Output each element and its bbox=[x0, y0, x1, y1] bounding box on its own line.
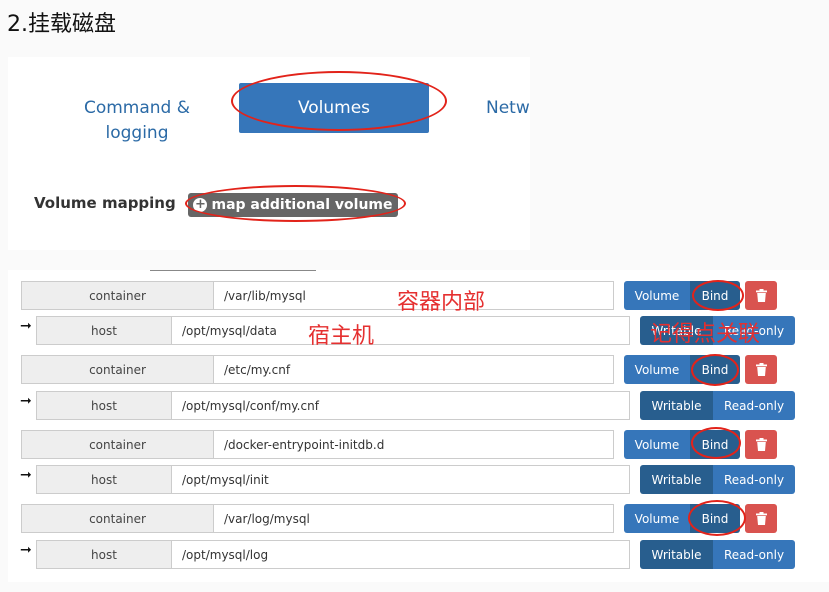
tab-command-logging[interactable]: Command & logging bbox=[72, 96, 202, 146]
tab-network[interactable]: Netw bbox=[486, 96, 530, 121]
arrow-icon: ➞ bbox=[20, 393, 32, 409]
trash-icon bbox=[755, 512, 767, 525]
volume-button[interactable]: Volume bbox=[624, 355, 690, 384]
annotation-container-inside: 容器内部 bbox=[397, 290, 486, 315]
tab-command-line1: Command & bbox=[83, 98, 191, 118]
annotation-remember-link: 记得点关联 bbox=[650, 322, 761, 347]
host-addon: host bbox=[36, 391, 172, 420]
arrow-icon: ➞ bbox=[20, 542, 32, 558]
map-additional-volume-label: map additional volume bbox=[211, 197, 393, 213]
annotation-host-machine: 宿主机 bbox=[308, 324, 375, 349]
read-only-button[interactable]: Read-only bbox=[713, 465, 795, 494]
writable-button[interactable]: Writable bbox=[640, 540, 713, 569]
delete-button[interactable] bbox=[745, 504, 777, 533]
tab-command-line2: logging bbox=[105, 123, 169, 143]
writable-button[interactable]: Writable bbox=[640, 465, 713, 494]
host-addon: host bbox=[36, 540, 172, 569]
trash-icon bbox=[755, 289, 767, 302]
volume-button[interactable]: Volume bbox=[624, 504, 690, 533]
bind-button[interactable]: Bind bbox=[690, 504, 740, 533]
delete-button[interactable] bbox=[745, 430, 777, 459]
host-path-input[interactable]: /opt/mysql/conf/my.cnf bbox=[171, 391, 630, 420]
arrow-icon: ➞ bbox=[20, 318, 32, 334]
plus-circle-icon: + bbox=[193, 197, 208, 212]
host-path-input[interactable]: /opt/mysql/init bbox=[171, 465, 630, 494]
volume-mapping-label: Volume mapping bbox=[34, 194, 176, 212]
divider bbox=[150, 270, 316, 271]
read-only-button[interactable]: Read-only bbox=[713, 540, 795, 569]
host-path-input[interactable]: /opt/mysql/log bbox=[171, 540, 630, 569]
container-addon: container bbox=[21, 281, 214, 310]
bind-button[interactable]: Bind bbox=[690, 355, 740, 384]
container-addon: container bbox=[21, 504, 214, 533]
writable-button[interactable]: Writable bbox=[640, 391, 713, 420]
container-path-input[interactable]: /docker-entrypoint-initdb.d bbox=[213, 430, 614, 459]
volume-button[interactable]: Volume bbox=[624, 281, 690, 310]
host-addon: host bbox=[36, 316, 172, 345]
trash-icon bbox=[755, 363, 767, 376]
tab-volumes[interactable]: Volumes bbox=[239, 83, 429, 133]
trash-icon bbox=[755, 438, 767, 451]
bind-button[interactable]: Bind bbox=[690, 281, 740, 310]
bind-button[interactable]: Bind bbox=[690, 430, 740, 459]
host-path-input[interactable]: /opt/mysql/data bbox=[171, 316, 630, 345]
tabs-panel: Command & logging Volumes Netw Volume ma… bbox=[8, 57, 530, 250]
container-addon: container bbox=[21, 430, 214, 459]
container-path-input[interactable]: /var/log/mysql bbox=[213, 504, 614, 533]
section-heading: 2.挂载磁盘 bbox=[7, 12, 116, 37]
delete-button[interactable] bbox=[745, 281, 777, 310]
read-only-button[interactable]: Read-only bbox=[713, 391, 795, 420]
volume-button[interactable]: Volume bbox=[624, 430, 690, 459]
delete-button[interactable] bbox=[745, 355, 777, 384]
container-path-input[interactable]: /etc/my.cnf bbox=[213, 355, 614, 384]
container-addon: container bbox=[21, 355, 214, 384]
host-addon: host bbox=[36, 465, 172, 494]
map-additional-volume-button[interactable]: + map additional volume bbox=[188, 193, 398, 217]
arrow-icon: ➞ bbox=[20, 467, 32, 483]
